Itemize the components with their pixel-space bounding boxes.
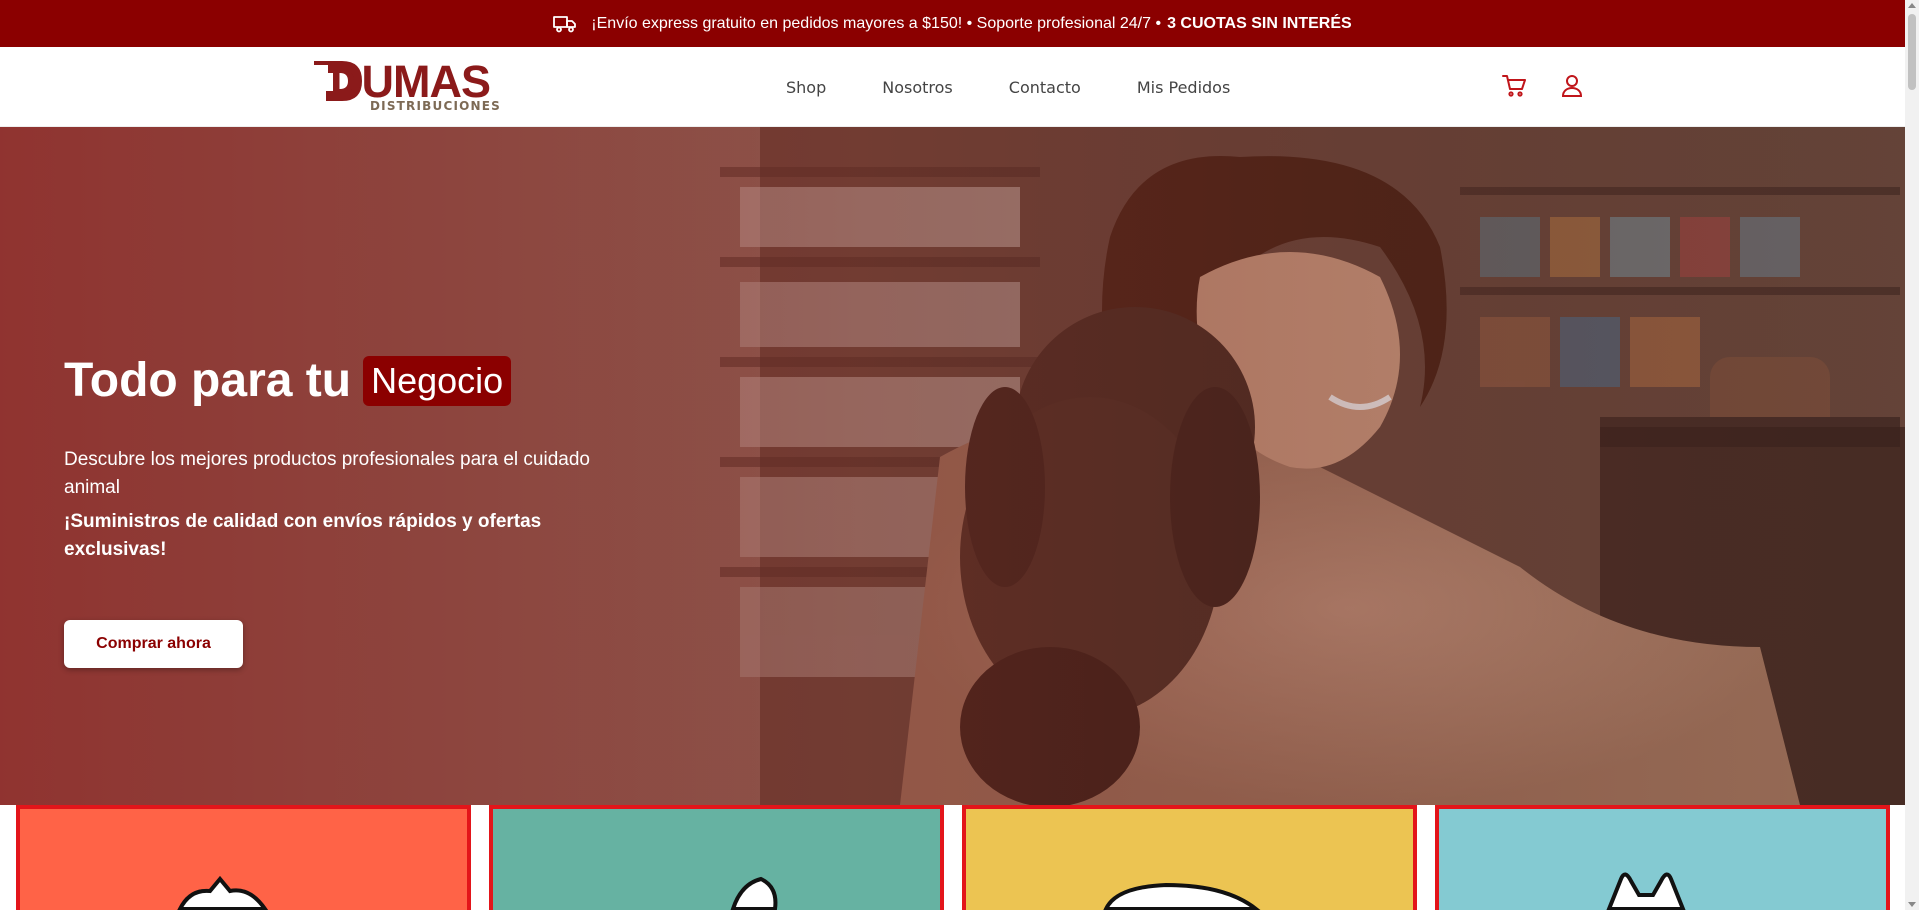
category-card[interactable] (16, 805, 471, 910)
category-card[interactable] (489, 805, 944, 910)
brand-tagline: DISTRIBUCIONES (370, 99, 502, 113)
page: ¡Envío express gratuito en pedidos mayor… (0, 0, 1919, 910)
brand-logo[interactable]: DUMAS DISTRIBUCIONES (312, 57, 500, 117)
user-icon[interactable] (1558, 72, 1586, 100)
hero-title-highlight: Negocio (363, 355, 512, 406)
announcement-bar: ¡Envío express gratuito en pedidos mayor… (0, 0, 1905, 47)
cat-icon (177, 875, 269, 910)
announcement-text: ¡Envío express gratuito en pedidos mayor… (591, 14, 1162, 32)
rabbit-icon (1606, 872, 1686, 910)
announcement-highlight: 3 CUOTAS SIN INTERÉS (1167, 14, 1352, 32)
hero-title: Todo para tu Negocio (64, 353, 512, 408)
scroll-up-arrow-icon[interactable] (1908, 3, 1916, 8)
nav-nosotros[interactable]: Nosotros (882, 78, 953, 97)
page-scrollbar[interactable] (1905, 0, 1919, 910)
scrollbar-thumb[interactable] (1908, 14, 1916, 90)
category-card[interactable] (962, 805, 1417, 910)
nav-shop[interactable]: Shop (786, 78, 826, 97)
truck-icon (553, 15, 577, 33)
hero-tagline: ¡Suministros de calidad con envíos rápid… (64, 511, 542, 560)
hero-title-text: Todo para tu (64, 354, 352, 407)
header-actions (1500, 72, 1586, 100)
hero-banner: Todo para tu Negocio Descubre los mejore… (0, 127, 1905, 805)
main-nav: Shop Nosotros Contacto Mis Pedidos (786, 47, 1230, 127)
site-header: DUMAS DISTRIBUCIONES Shop Nosotros Conta… (0, 47, 1905, 127)
nav-contacto[interactable]: Contacto (1009, 78, 1081, 97)
dog-icon (1103, 882, 1261, 910)
category-cards (0, 805, 1905, 910)
bird-icon (730, 876, 778, 910)
shop-now-button[interactable]: Comprar ahora (64, 620, 243, 668)
nav-mis-pedidos[interactable]: Mis Pedidos (1137, 78, 1230, 97)
scroll-down-arrow-icon[interactable] (1908, 902, 1916, 907)
cart-icon[interactable] (1500, 72, 1528, 100)
category-card[interactable] (1435, 805, 1890, 910)
hero-description: Descubre los mejores productos profesion… (64, 449, 590, 498)
